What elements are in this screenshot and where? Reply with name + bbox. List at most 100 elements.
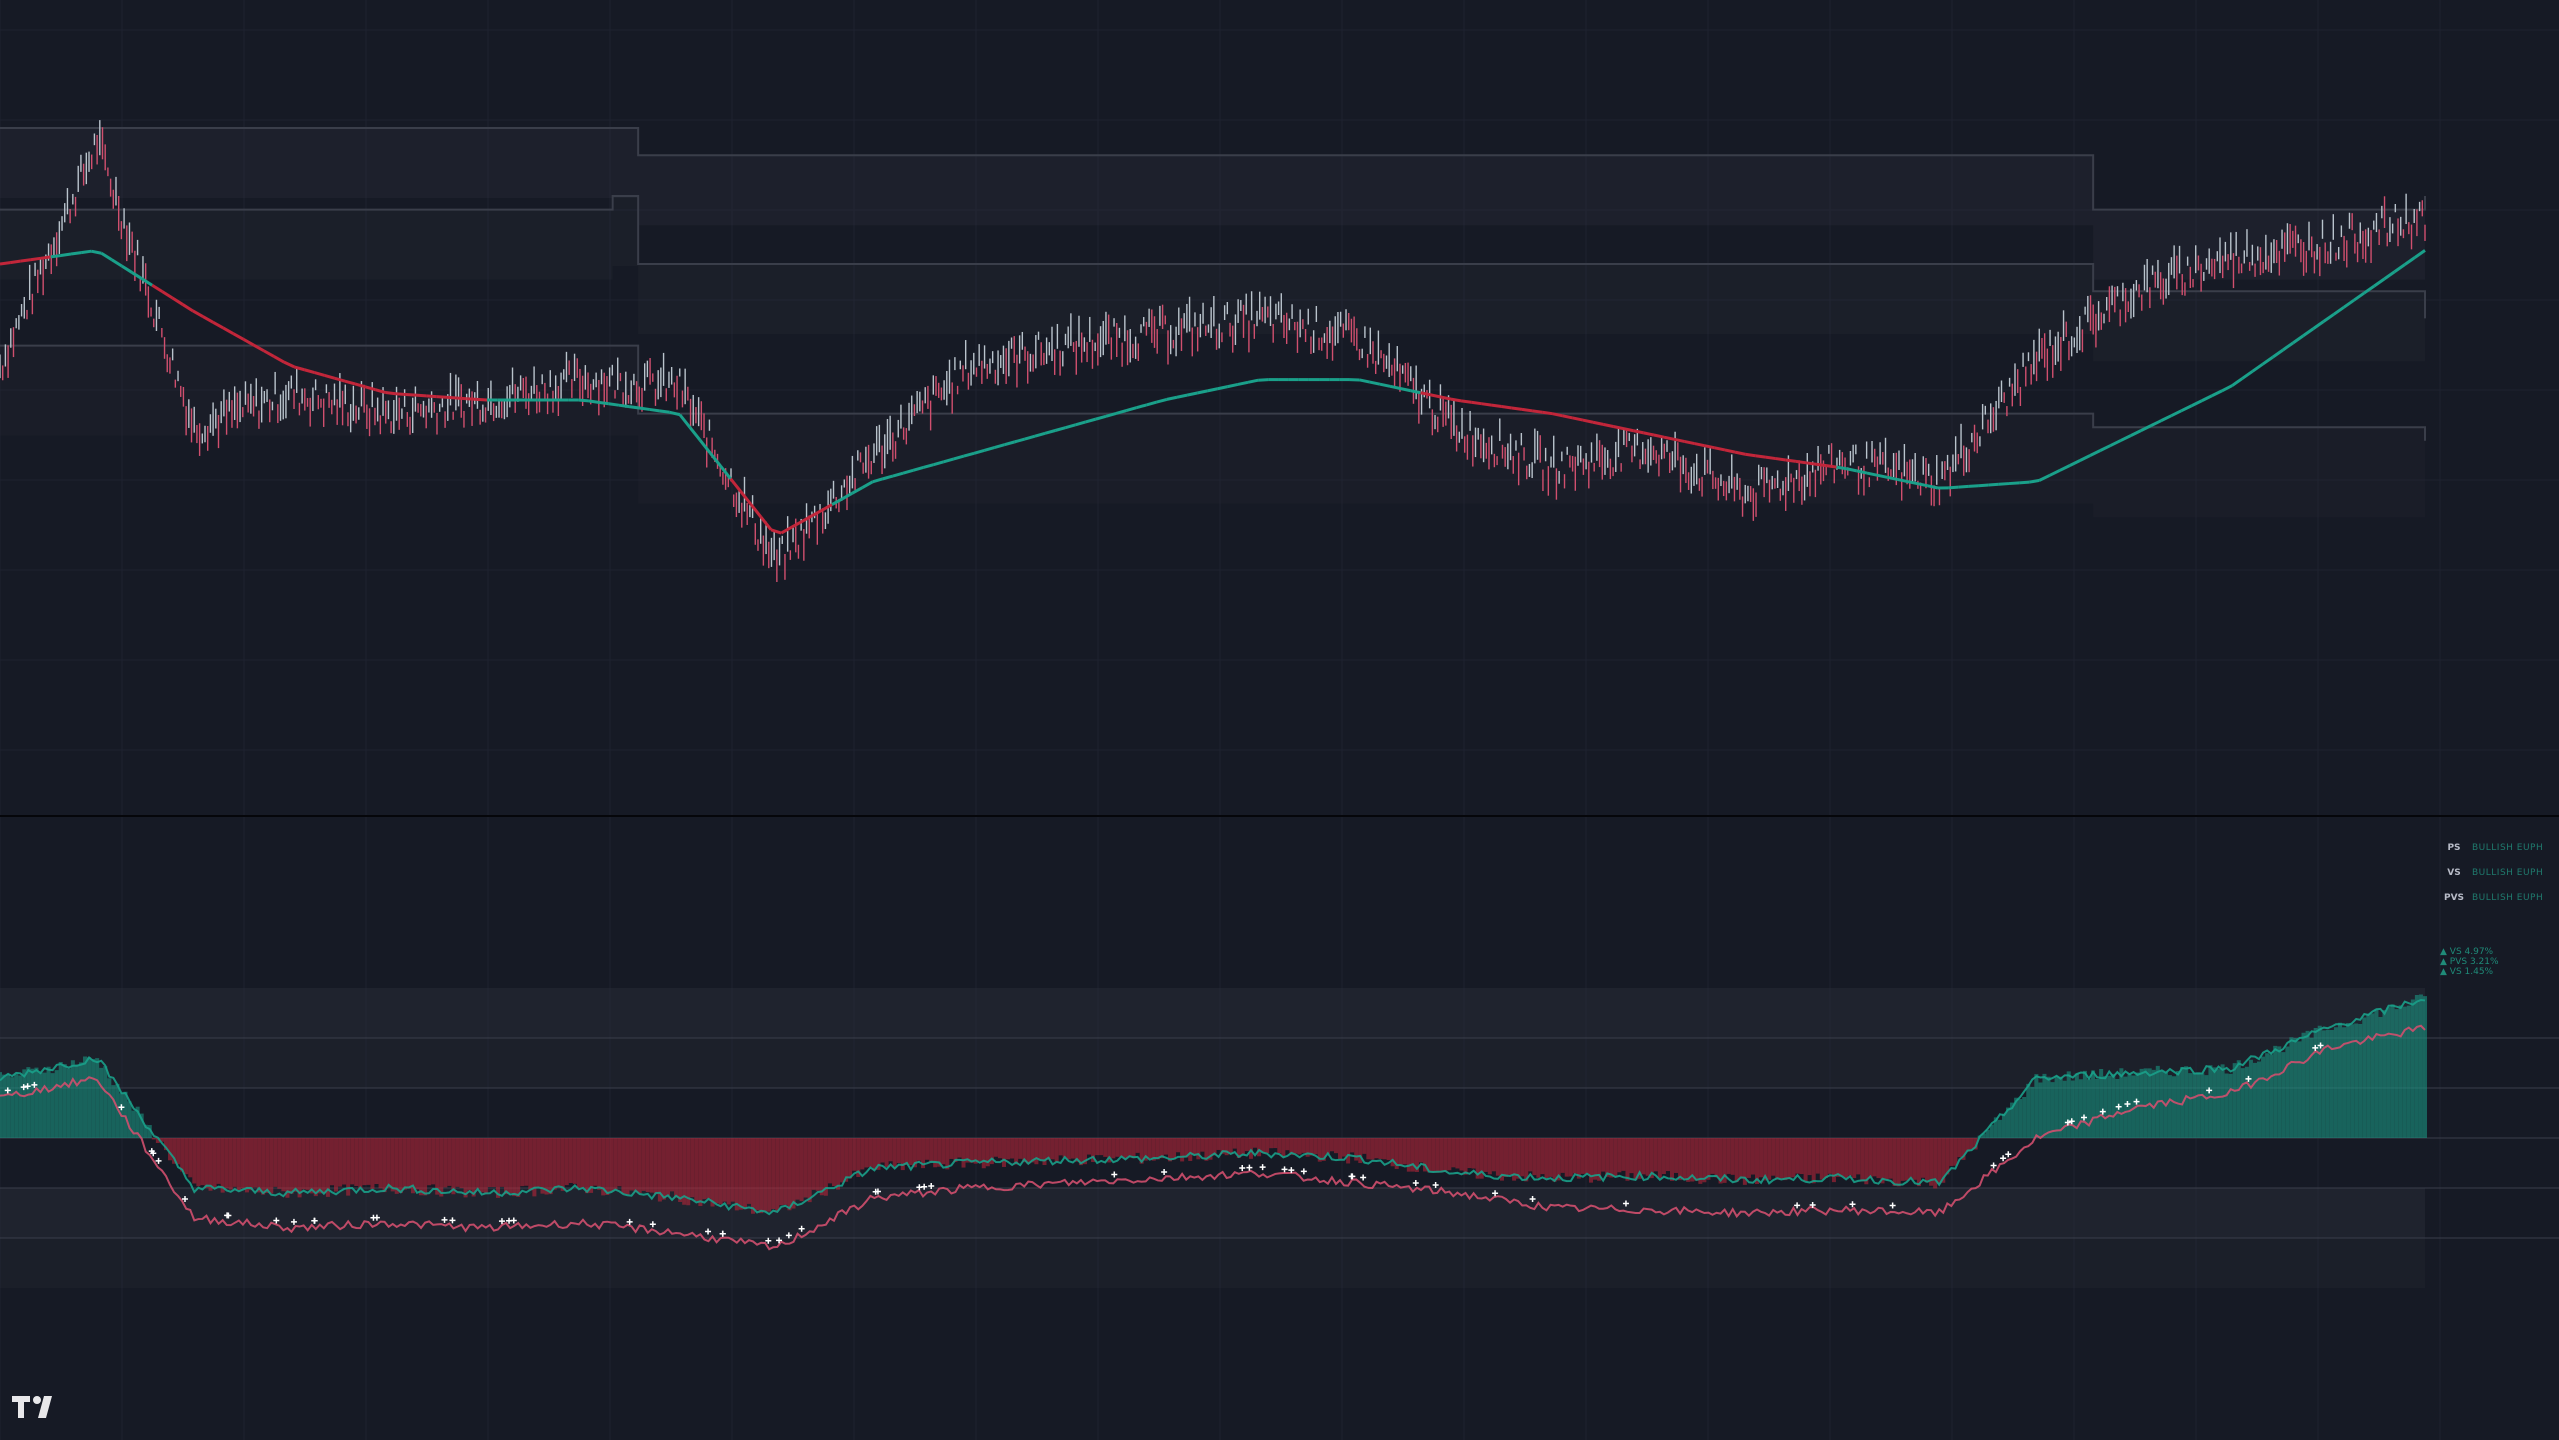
ma-segment [2211,389,2223,398]
ma-segment [1359,378,1371,384]
signal-marker [1990,1162,1997,1169]
stat-row: ▲ VS 4.97% [2440,947,2494,957]
ma-segment [2241,370,2254,380]
legend-key: PS [2447,843,2461,853]
ma-segment [395,392,406,396]
chart-canvas [0,0,2559,1440]
ma-segment [91,249,102,255]
oscillator-stats: ▲ VS 4.97% ▲ PVS 3.21% ▲ VS 1.45% [2440,947,2499,977]
legend-row-ps: PS BULLISH EUPH [2436,836,2559,861]
ma-segment [1156,397,1168,404]
legend-value: BULLISH EUPH [2472,868,2544,878]
ma-segment [2190,399,2203,408]
ma-segment [1785,458,1797,463]
ma-segment [1186,391,1198,397]
ma-segment [1755,454,1766,459]
ma-segment [1369,380,1381,386]
ma-segment [2008,481,2020,486]
tradingview-logo[interactable] [10,1392,68,1420]
signal-marker [1161,1168,1168,1175]
ma-segment [456,396,467,401]
ma-segment [212,320,224,330]
ma-segment [171,296,184,306]
ma-segment [1856,469,1868,475]
legend-value: BULLISH EUPH [2472,843,2544,853]
ma-segment [1633,429,1645,435]
ma-segment [1146,400,1158,407]
signal-marker [1281,1166,1288,1173]
ma-segment [1125,406,1137,413]
ma-segment [1420,391,1431,397]
ma-segment [1744,452,1756,458]
ma-segment [1836,465,1847,471]
ma-segment [770,528,782,535]
ma-segment [242,338,255,347]
stat-row: ▲ PVS 3.21% [2440,957,2499,967]
ma-segment [1237,380,1249,386]
ma-segment [80,249,92,255]
ma-segment [1460,399,1472,404]
ma-segment [1795,459,1807,465]
signal-marker [1246,1164,1253,1171]
ma-segment [790,520,803,529]
ma-segment [50,253,62,259]
ma-segment [1907,480,1918,486]
ma-segment [1958,484,1969,489]
ma-segment [628,405,640,410]
tv-logo-glyph-dot [33,1396,41,1404]
signal-marker [1432,1182,1439,1188]
ma-segment [222,326,235,335]
ma-segment [2201,394,2213,403]
ma-segment [405,392,417,397]
ma-segment [1876,473,1888,479]
ma-segment [1217,385,1229,391]
pane-divider[interactable] [0,815,2559,817]
ma-segment [1592,420,1604,426]
ma-segment [1552,412,1563,418]
ma-segment [1481,402,1492,407]
ma-segment [1724,448,1736,454]
ma-segment [2029,478,2040,484]
ma-segment [2019,480,2030,485]
ma-segment [2180,404,2193,413]
ma-segment [1663,435,1675,441]
ma-segment [476,397,488,402]
signal-marker [2005,1151,2012,1158]
ma-segment [1602,422,1614,428]
oscillator-legend: PS BULLISH EUPH VS BULLISH EUPH PVS BULL… [2436,836,2559,911]
ma-segment [20,258,31,263]
ma-segment [1684,439,1695,446]
ma-segment [151,283,164,293]
ma-segment [1816,462,1827,468]
ma-segment [60,252,72,257]
ma-segment [2373,277,2386,288]
oscillator-band [0,1238,2425,1288]
ma-segment [2170,409,2183,418]
ma-segment [385,391,396,396]
ma-segment [1430,393,1442,399]
ma-segment [181,303,194,313]
ma-segment [2150,419,2162,427]
ma-segment [1765,455,1776,461]
ma-segment [1511,406,1523,411]
ma-segment [578,398,589,403]
signal-marker [1300,1168,1307,1175]
ma-segment [1440,395,1452,401]
tv-logo-glyph-t [12,1396,30,1418]
ma-segment [1805,461,1817,466]
ma-segment [1998,482,2010,486]
ma-segment [466,397,477,401]
ma-segment [1653,433,1665,439]
oscillator-band [0,1188,2425,1238]
ma-segment [780,526,793,535]
ma-segment [1471,400,1482,406]
ma-segment [232,332,245,341]
ma-segment [1948,485,1959,490]
ma-segment [1410,389,1421,395]
ma-segment [1450,397,1462,403]
ma-segment [192,309,204,318]
ma-segment [1673,437,1685,443]
ma-segment [1389,384,1401,390]
ma-segment [1978,483,1989,488]
ma-segment [1866,471,1878,477]
